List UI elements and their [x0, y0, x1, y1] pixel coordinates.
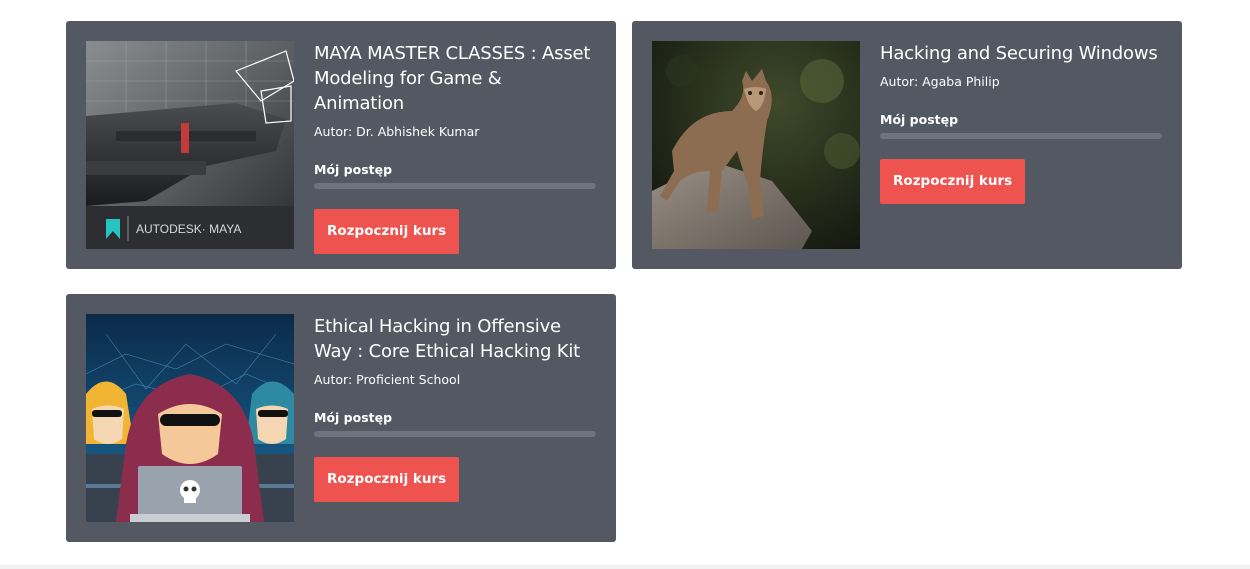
- start-course-button[interactable]: Rozpocznij kurs: [314, 209, 460, 254]
- progress-bar: [314, 431, 596, 437]
- course-title[interactable]: Hacking and Securing Windows: [880, 41, 1162, 66]
- progress-bar: [314, 183, 596, 189]
- skull-icon: [180, 480, 200, 500]
- progress-label: Mój postęp: [314, 162, 393, 177]
- course-thumbnail-puma[interactable]: [652, 41, 860, 249]
- course-card: Hacking and Securing Windows Autor: Agab…: [632, 21, 1182, 269]
- course-author: Autor: Proficient School: [314, 372, 461, 387]
- course-title[interactable]: Ethical Hacking in Offensive Way : Core …: [314, 314, 596, 364]
- footer-divider: [0, 565, 1250, 569]
- course-thumbnail-hackers[interactable]: [86, 314, 294, 522]
- maya-gun-image: AUTODESK· MAYA: [86, 41, 294, 249]
- course-thumbnail-maya[interactable]: AUTODESK· MAYA: [86, 41, 294, 249]
- progress-label: Mój postęp: [880, 112, 959, 127]
- hackers-image: [86, 314, 294, 522]
- progress-bar: [880, 133, 1162, 139]
- progress-label: Mój postęp: [314, 410, 393, 425]
- course-card: AUTODESK· MAYA MAYA MASTER CLASSES : Ass…: [66, 21, 616, 269]
- course-author: Autor: Agaba Philip: [880, 74, 1000, 89]
- svg-text:AUTODESK· MAYA: AUTODESK· MAYA: [136, 222, 241, 236]
- start-course-button[interactable]: Rozpocznij kurs: [314, 457, 460, 502]
- start-course-button[interactable]: Rozpocznij kurs: [880, 159, 1026, 204]
- course-author: Autor: Dr. Abhishek Kumar: [314, 124, 480, 139]
- course-card: Ethical Hacking in Offensive Way : Core …: [66, 294, 616, 542]
- course-title[interactable]: MAYA MASTER CLASSES : Asset Modeling for…: [314, 41, 596, 116]
- puma-image: [652, 41, 860, 249]
